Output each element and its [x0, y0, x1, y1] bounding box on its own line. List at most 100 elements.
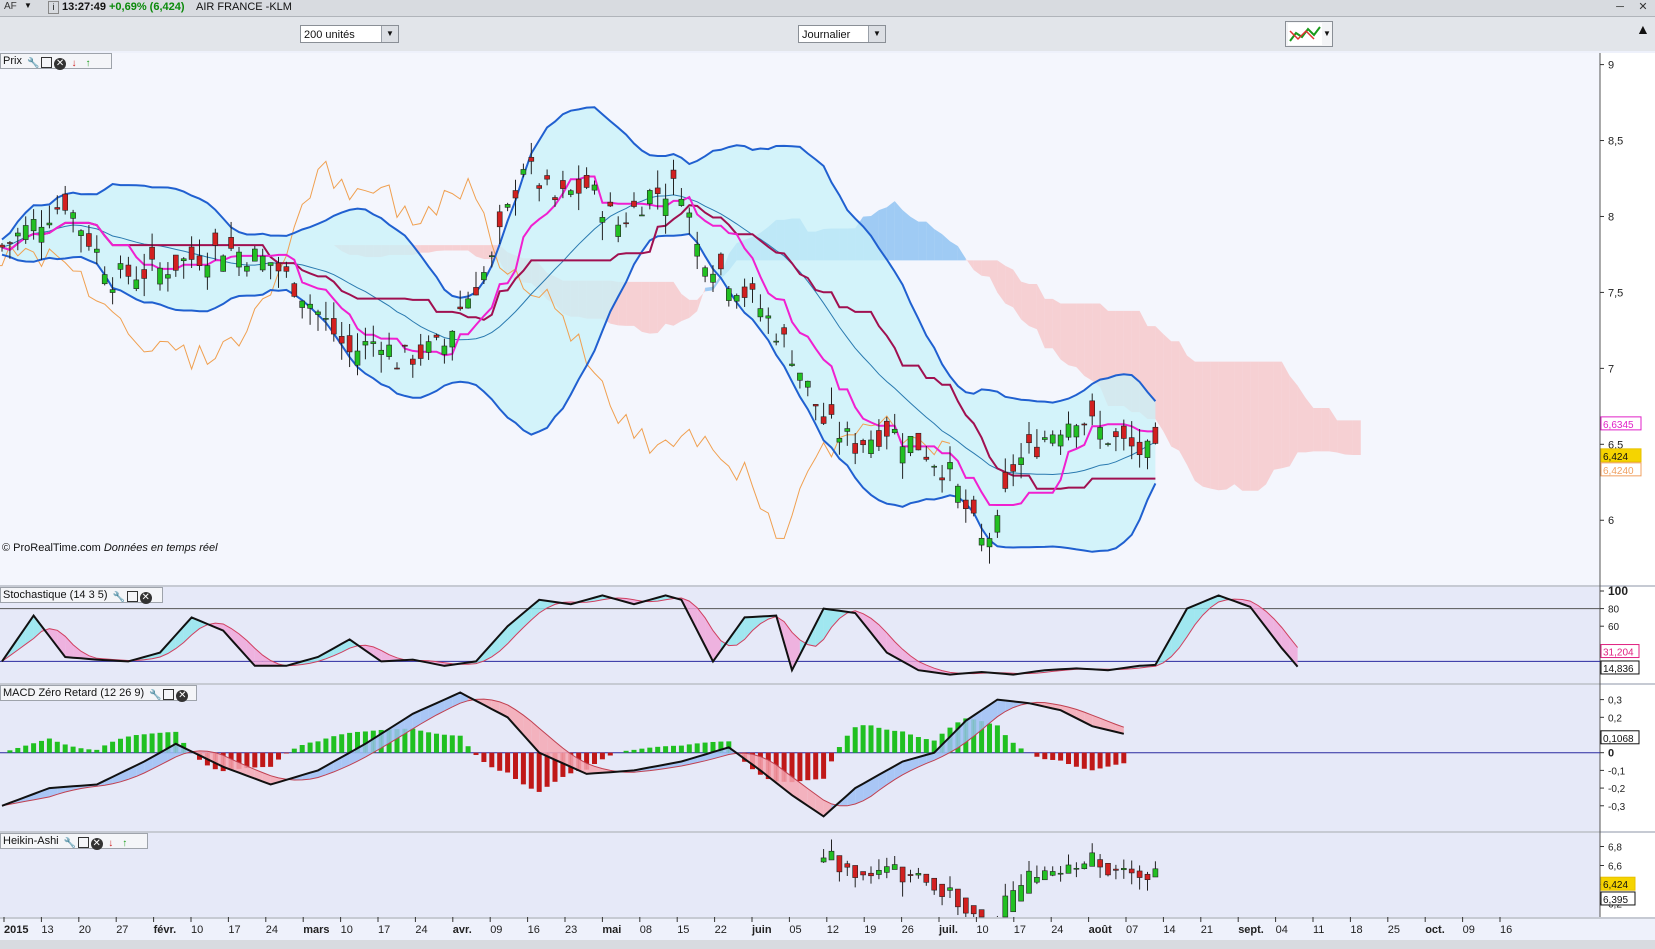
close-icon[interactable]: ✕	[54, 58, 67, 70]
ichimoku-cloud-segment	[1345, 420, 1353, 455]
price-candle	[583, 175, 590, 188]
price-candle	[46, 222, 53, 226]
price-candle	[1128, 437, 1135, 447]
x-tick-label: oct.	[1425, 924, 1445, 936]
move-up-icon[interactable]: ↑	[119, 838, 131, 850]
macd-histogram-bar	[31, 743, 37, 753]
macd-histogram-bar	[852, 727, 858, 753]
price-candle	[220, 255, 226, 272]
price-candle	[330, 318, 337, 335]
move-down-icon[interactable]: ↓	[105, 838, 117, 850]
x-tick-label: 24	[1051, 924, 1063, 936]
price-candle	[575, 178, 582, 194]
last-value-label: 6,424	[1603, 880, 1628, 891]
price-candle	[1065, 423, 1072, 438]
price-candle	[1002, 471, 1009, 489]
x-tick-label: 14	[1163, 924, 1175, 936]
macd-histogram-bar	[299, 745, 305, 753]
x-tick-label: 10	[341, 924, 353, 936]
macd-histogram-bar	[694, 743, 700, 753]
ha-candle	[1057, 872, 1064, 875]
price-candle	[425, 341, 432, 353]
window-icon[interactable]	[126, 591, 138, 602]
macd-histogram-bar	[592, 752, 597, 765]
ichimoku-cloud-segment	[1210, 361, 1219, 491]
macd-histogram-bar	[639, 748, 645, 753]
price-candle	[678, 198, 685, 206]
price-candle	[686, 212, 693, 218]
price-candle	[30, 219, 37, 232]
close-icon[interactable]: ✕	[139, 592, 152, 604]
macd-histogram-bar	[607, 752, 613, 756]
ha-candle	[836, 855, 843, 873]
move-up-icon[interactable]: ↑	[82, 58, 94, 70]
wrench-icon[interactable]: 🔧	[149, 690, 161, 702]
macd-histogram-bar	[102, 745, 108, 753]
price-candle	[157, 267, 163, 285]
ha-candle	[939, 883, 945, 897]
macd-histogram-bar	[54, 741, 60, 753]
price-candle	[1105, 443, 1111, 445]
wrench-icon[interactable]: 🔧	[113, 592, 125, 604]
macd-histogram-bar	[915, 737, 921, 753]
ichimoku-cloud-segment	[1060, 303, 1069, 366]
macd-histogram-bar	[7, 750, 13, 753]
ha-candle	[852, 865, 859, 878]
price-candle	[1136, 441, 1143, 456]
x-tick-label: 27	[116, 924, 128, 936]
macd-histogram-bar	[457, 735, 463, 753]
ichimoku-cloud-segment	[444, 245, 453, 251]
macd-histogram-bar	[821, 752, 827, 779]
window-icon[interactable]	[163, 689, 175, 700]
y-tick-label: 0,3	[1608, 696, 1622, 707]
ha-candle	[883, 866, 890, 873]
macd-histogram-bar	[623, 750, 629, 753]
macd-histogram-bar	[260, 752, 266, 768]
price-candle	[828, 404, 835, 415]
macd-histogram-bar	[876, 727, 882, 753]
macd-histogram-bar	[331, 736, 337, 753]
ichimoku-cloud-segment	[436, 245, 445, 251]
ichimoku-cloud-segment	[1171, 341, 1180, 451]
ichimoku-cloud-segment	[1218, 361, 1227, 491]
x-tick-label: août	[1089, 924, 1113, 936]
macd-histogram-bar	[1002, 735, 1008, 753]
wrench-icon[interactable]: 🔧	[64, 838, 76, 850]
wrench-icon[interactable]: 🔧	[27, 58, 39, 70]
ha-candle	[1089, 852, 1095, 867]
y-tick-label: 6,8	[1608, 843, 1622, 854]
x-tick-label: 2015	[4, 924, 28, 936]
price-candle	[891, 428, 898, 434]
price-candle	[15, 232, 21, 237]
x-tick-label: 15	[677, 924, 689, 936]
price-candle	[781, 327, 787, 335]
price-candle	[520, 169, 527, 175]
ichimoku-cloud-segment	[1155, 326, 1164, 432]
window-icon[interactable]	[41, 57, 53, 68]
ha-candle	[1065, 864, 1072, 874]
macd-histogram-bar	[141, 734, 147, 753]
x-tick-label: 09	[490, 924, 502, 936]
close-icon[interactable]: ✕	[176, 690, 189, 702]
macd-histogram-bar	[836, 747, 842, 753]
macd-histogram-bar	[892, 730, 898, 753]
x-tick-label: mars	[303, 924, 329, 936]
ichimoku-cloud-segment	[918, 221, 927, 261]
macd-histogram-bar	[900, 731, 906, 753]
window-icon[interactable]	[77, 837, 89, 848]
price-candle	[236, 251, 242, 268]
macd-histogram-bar	[418, 730, 424, 753]
price-candle	[512, 190, 519, 199]
price-candle	[504, 204, 511, 208]
ichimoku-cloud-segment	[1202, 361, 1211, 489]
last-value-label: 6,424	[1603, 452, 1628, 463]
ha-candle	[1026, 870, 1032, 894]
close-icon[interactable]: ✕	[90, 838, 103, 850]
x-tick-label: 24	[415, 924, 427, 936]
ha-candle	[868, 872, 874, 877]
ha-candle	[1073, 867, 1080, 870]
price-candle	[749, 283, 756, 290]
ha-candle	[931, 877, 938, 891]
move-down-icon[interactable]: ↓	[68, 58, 80, 70]
x-tick-label: 10	[191, 924, 203, 936]
